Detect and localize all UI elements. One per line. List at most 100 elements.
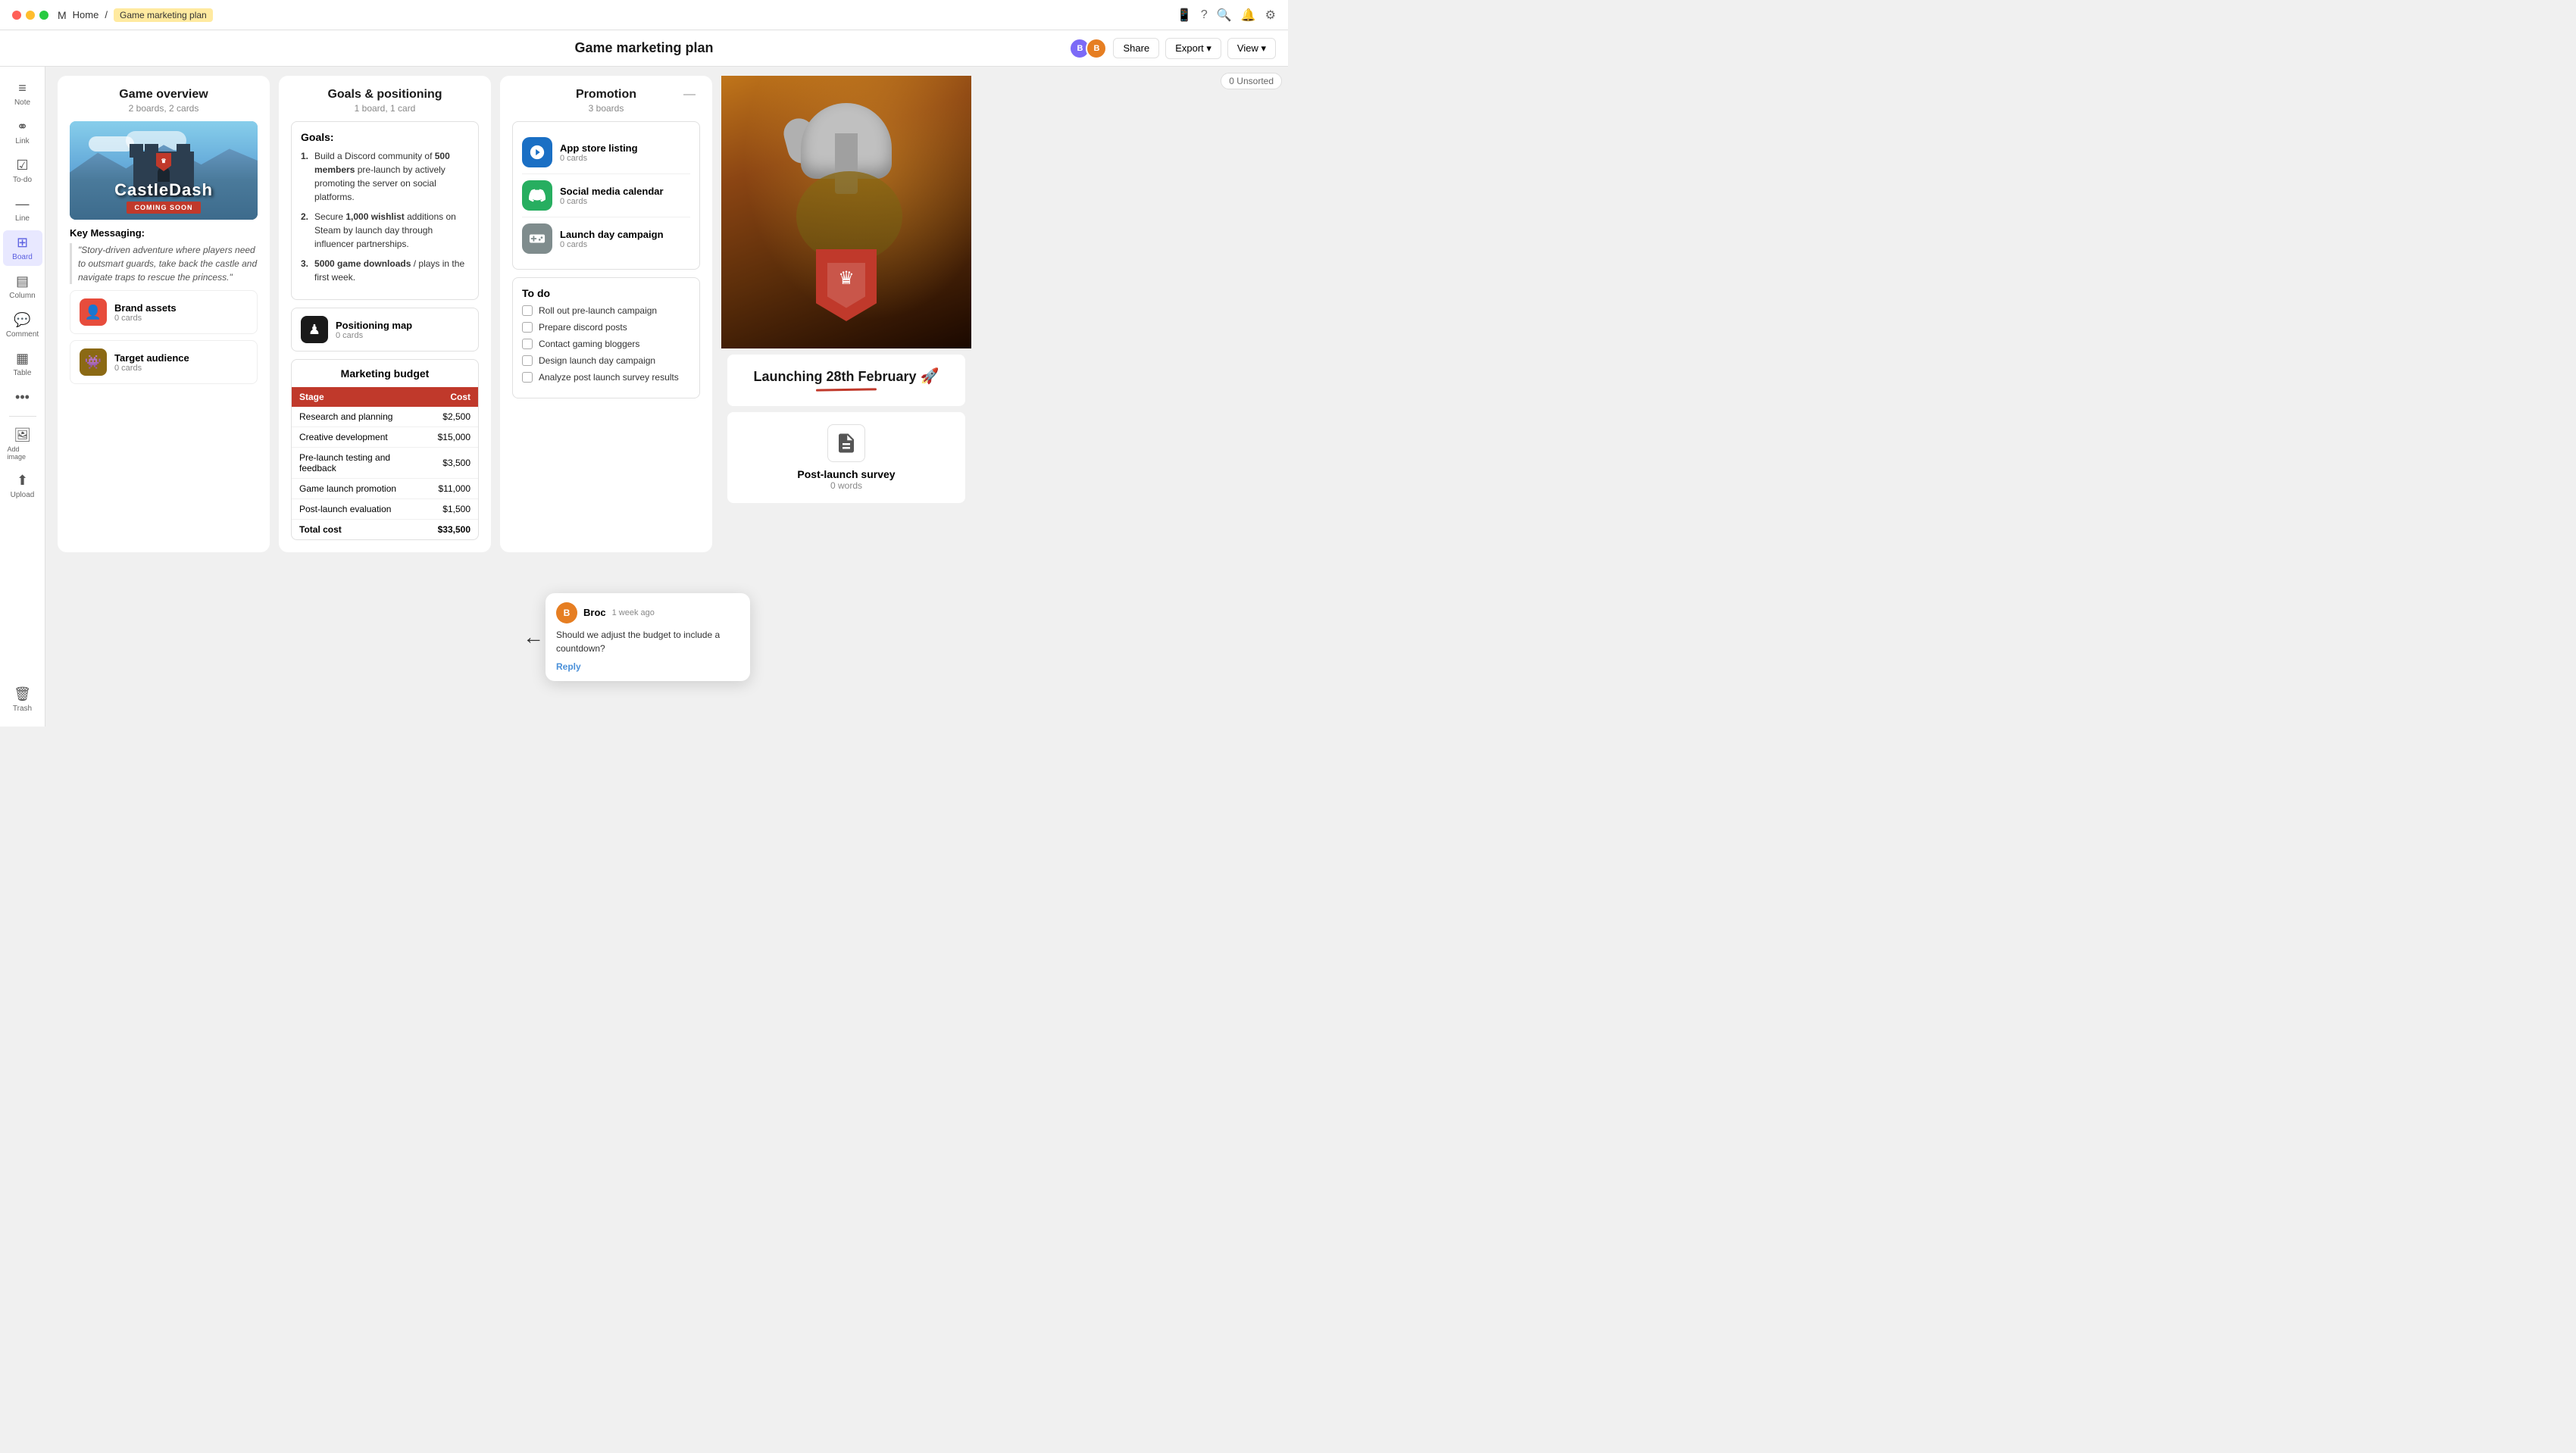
- sidebar-label-todo: To-do: [13, 176, 32, 184]
- comment-text: Should we adjust the budget to include a…: [556, 628, 739, 655]
- warrior-art-image: ♛: [721, 76, 971, 348]
- budget-row-cost: $33,500: [430, 520, 478, 540]
- sidebar-item-todo[interactable]: ☑ To-do: [3, 153, 42, 189]
- todo-item-4: Design launch day campaign: [522, 355, 690, 366]
- brand-assets-card[interactable]: 👤 Brand assets 0 cards: [70, 290, 258, 334]
- sidebar-label-column: Column: [9, 292, 35, 300]
- todo-checkbox-2[interactable]: [522, 322, 533, 333]
- sidebar-item-more[interactable]: •••: [3, 385, 42, 410]
- budget-col-cost: Cost: [430, 387, 478, 407]
- avatar-group: B B: [1069, 38, 1107, 59]
- budget-row-cost: $15,000: [430, 427, 478, 448]
- todo-title: To do: [522, 287, 690, 299]
- breadcrumb-separator: /: [105, 9, 108, 20]
- promotion-card: Promotion — 3 boards App store listing: [500, 76, 712, 552]
- search-icon[interactable]: 🔍: [1217, 8, 1232, 23]
- survey-count: 0 words: [830, 480, 862, 491]
- launch-day-campaign-item[interactable]: Launch day campaign 0 cards: [522, 217, 690, 260]
- todo-checkbox-5[interactable]: [522, 372, 533, 383]
- promo-minimize-button[interactable]: —: [679, 86, 700, 102]
- main-content: 0 Unsorted Game overview 2 boards, 2 car…: [45, 67, 1288, 726]
- launch-day-name: Launch day campaign: [560, 229, 664, 240]
- todo-checkbox-4[interactable]: [522, 355, 533, 366]
- close-button[interactable]: [12, 11, 21, 20]
- sidebar-item-upload[interactable]: ⬆ Upload: [3, 468, 42, 504]
- sidebar-item-trash[interactable]: 🗑 Trash: [3, 682, 42, 717]
- comment-icon: 💬: [14, 312, 30, 328]
- breadcrumb-page[interactable]: Game marketing plan: [114, 8, 213, 22]
- app-store-icon: [522, 137, 552, 167]
- help-icon[interactable]: ?: [1201, 8, 1208, 22]
- budget-row-cost: $11,000: [430, 479, 478, 499]
- minimize-button[interactable]: [26, 11, 35, 20]
- game-banner-image: ♛ CastleDash COMING SOON: [70, 121, 258, 220]
- share-button[interactable]: Share: [1113, 38, 1159, 58]
- key-messaging-quote: "Story-driven adventure where players ne…: [70, 243, 258, 284]
- budget-row-cost: $3,500: [430, 448, 478, 479]
- budget-row-stage: Research and planning: [292, 407, 430, 427]
- budget-row-stage: Creative development: [292, 427, 430, 448]
- key-messaging-title: Key Messaging:: [70, 227, 258, 239]
- fullscreen-button[interactable]: [39, 11, 48, 20]
- social-media-name: Social media calendar: [560, 186, 664, 197]
- sidebar-label-table: Table: [14, 369, 32, 377]
- todo-checkbox-1[interactable]: [522, 305, 533, 316]
- comment-header: B Broc 1 week ago: [556, 602, 739, 623]
- sidebar-item-line[interactable]: — Line: [3, 192, 42, 227]
- comment-time: 1 week ago: [612, 608, 655, 617]
- todo-item-1: Roll out pre-launch campaign: [522, 305, 690, 316]
- social-media-count: 0 cards: [560, 197, 664, 206]
- goal-item-3: 3. 5000 game downloads / plays in the fi…: [301, 257, 469, 284]
- goals-subtitle: 1 board, 1 card: [291, 103, 479, 114]
- game-overview-subtitle: 2 boards, 2 cards: [70, 103, 258, 114]
- more-icon: •••: [15, 389, 30, 405]
- app-store-listing-item[interactable]: App store listing 0 cards: [522, 131, 690, 174]
- target-audience-count: 0 cards: [114, 364, 248, 373]
- budget-table: Stage Cost Research and planning$2,500Cr…: [292, 387, 478, 539]
- reply-button[interactable]: Reply: [556, 661, 739, 672]
- unsorted-badge[interactable]: 0 Unsorted: [1221, 73, 1282, 89]
- goals-positioning-card: Goals & positioning 1 board, 1 card Goal…: [279, 76, 491, 552]
- sidebar-label-line: Line: [15, 214, 30, 223]
- sidebar-item-comment[interactable]: 💬 Comment: [3, 308, 42, 343]
- top-bar: M Home / Game marketing plan 📱 ? 🔍 🔔 ⚙: [0, 0, 1288, 30]
- sidebar-label-comment: Comment: [6, 330, 39, 339]
- todo-item-5: Analyze post launch survey results: [522, 372, 690, 383]
- sidebar-item-add-image[interactable]: 🖼 Add image: [3, 423, 42, 465]
- device-icon[interactable]: 📱: [1177, 8, 1192, 23]
- sidebar-item-board[interactable]: ⊞ Board: [3, 230, 42, 266]
- game-overview-title: Game overview: [70, 88, 258, 102]
- main-layout: ≡ Note ⚭ Link ☑ To-do — Line ⊞ Board ▤ C…: [0, 67, 1288, 726]
- sidebar-item-column[interactable]: ▤ Column: [3, 269, 42, 305]
- coming-soon-badge: COMING SOON: [127, 202, 200, 214]
- sidebar-item-link[interactable]: ⚭ Link: [3, 114, 42, 150]
- app-store-count: 0 cards: [560, 154, 638, 163]
- app-store-name: App store listing: [560, 142, 638, 154]
- view-button[interactable]: View ▾: [1227, 38, 1276, 59]
- survey-name: Post-launch survey: [797, 468, 895, 480]
- sidebar-label-link: Link: [15, 137, 29, 145]
- goals-title: Goals & positioning: [291, 88, 479, 102]
- promo-header: Promotion —: [512, 88, 700, 102]
- export-button[interactable]: Export ▾: [1165, 38, 1221, 59]
- column-icon: ▤: [16, 273, 29, 289]
- sidebar-label-add-image: Add image: [8, 445, 38, 461]
- comment-author: Broc: [583, 607, 606, 618]
- breadcrumb-home[interactable]: Home: [73, 9, 99, 20]
- target-audience-card[interactable]: 👾 Target audience 0 cards: [70, 340, 258, 384]
- sidebar-item-note[interactable]: ≡ Note: [3, 76, 42, 111]
- notifications-icon[interactable]: 🔔: [1241, 8, 1256, 23]
- target-audience-name: Target audience: [114, 352, 248, 364]
- social-media-icon: [522, 180, 552, 211]
- goals-section: Goals: 1. Build a Discord community of 5…: [291, 121, 479, 300]
- social-media-item[interactable]: Social media calendar 0 cards: [522, 174, 690, 217]
- sidebar-label-board: Board: [12, 253, 33, 261]
- positioning-map-item[interactable]: ♟ Positioning map 0 cards: [291, 308, 479, 352]
- sidebar-divider: [9, 416, 36, 417]
- survey-card[interactable]: Post-launch survey 0 words: [727, 412, 965, 503]
- budget-row-stage: Pre-launch testing and feedback: [292, 448, 430, 479]
- sidebar-item-table[interactable]: ▦ Table: [3, 346, 42, 382]
- settings-icon[interactable]: ⚙: [1265, 8, 1276, 23]
- todo-checkbox-3[interactable]: [522, 339, 533, 349]
- window-controls: [12, 11, 48, 20]
